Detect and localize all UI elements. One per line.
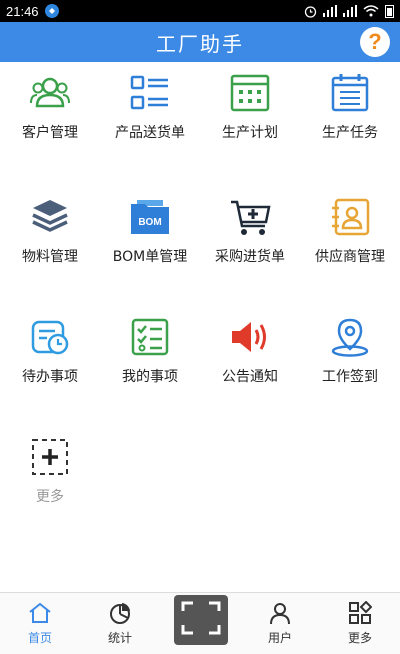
grid-item-materials[interactable]: 物料管理 [0, 186, 100, 276]
grid-item-checkin[interactable]: 工作签到 [300, 306, 400, 396]
grid-item-bom[interactable]: BOM BOM单管理 [100, 186, 200, 276]
signal-icon-2 [343, 5, 357, 17]
battery-icon [385, 4, 394, 18]
grid-item-delivery-note[interactable]: 产品送货单 [100, 62, 200, 152]
tab-stats[interactable]: 统计 [80, 593, 160, 654]
tab-label: 用户 [267, 631, 292, 645]
grid-item-todo[interactable]: 待办事项 [0, 306, 100, 396]
signal-icon [323, 5, 337, 17]
grid-item-label: 我的事项 [122, 369, 178, 385]
location-pin-icon [329, 316, 371, 358]
page-title: 工厂助手 [156, 31, 244, 56]
tab-home[interactable]: 首页 [0, 593, 80, 654]
grid-item-label: 生产任务 [322, 125, 378, 141]
grid-item-label: 待办事项 [22, 369, 78, 385]
scan-button[interactable] [174, 595, 228, 645]
tab-user[interactable]: 用户 [240, 593, 320, 654]
wifi-icon [363, 5, 379, 17]
customers-icon [29, 72, 71, 114]
grid-item-announcements[interactable]: 公告通知 [200, 306, 300, 396]
grid-item-production-plan[interactable]: 生产计划 [200, 62, 300, 152]
bom-folder-icon: BOM [129, 196, 171, 238]
grid-item-purchase[interactable]: 采购进货单 [200, 186, 300, 276]
grid-item-label: 产品送货单 [115, 125, 185, 141]
status-indicators [304, 4, 394, 18]
home-icon [27, 600, 53, 626]
grid-item-label: BOM单管理 [112, 249, 188, 265]
grid-item-customers[interactable]: 客户管理 [0, 62, 100, 152]
grid-icon [347, 600, 373, 626]
todo-clock-icon [29, 316, 71, 358]
grid-item-label: 客户管理 [22, 125, 78, 141]
status-time: 21:46 [6, 3, 39, 19]
grid-item-label: 供应商管理 [315, 249, 385, 265]
svg-text:BOM: BOM [138, 217, 161, 228]
grid-item-label: 物料管理 [22, 249, 78, 265]
grid-item-label: 工作签到 [322, 369, 378, 385]
layers-icon [29, 196, 71, 238]
grid-item-label: 生产计划 [222, 125, 278, 141]
calendar-icon [229, 72, 271, 114]
grid-item-label: 采购进货单 [215, 249, 285, 265]
scan-icon [181, 601, 221, 639]
task-calendar-icon [329, 72, 371, 114]
grid-item-more[interactable]: 更多 [0, 426, 100, 516]
speaker-icon [229, 316, 271, 358]
tab-more[interactable]: 更多 [320, 593, 400, 654]
alarm-icon [304, 5, 317, 18]
tab-label: 首页 [27, 631, 52, 645]
pie-chart-icon [107, 600, 133, 626]
add-dashed-icon [29, 436, 71, 478]
list-icon [129, 72, 171, 114]
main-content: 客户管理 产品送货单 生产计划 生产任务 物料管理 BOM BOM单管理 采购进… [0, 62, 400, 592]
app-notification-icon [44, 4, 59, 18]
grid-item-production-task[interactable]: 生产任务 [300, 62, 400, 152]
tab-label: 统计 [107, 631, 132, 645]
cart-icon [229, 196, 271, 238]
grid-item-label: 公告通知 [222, 369, 278, 385]
bottom-tab-bar: 首页 统计 用户 更多 [0, 592, 400, 654]
grid-item-label: 更多 [36, 489, 64, 505]
status-bar: 21:46 [0, 0, 400, 22]
grid-item-suppliers[interactable]: 供应商管理 [300, 186, 400, 276]
grid-item-my-items[interactable]: 我的事项 [100, 306, 200, 396]
tab-label: 更多 [347, 631, 372, 645]
help-button[interactable]: ? [360, 27, 390, 57]
user-icon [267, 600, 293, 626]
title-bar: 工厂助手 ? [0, 22, 400, 62]
contact-card-icon [329, 196, 371, 238]
checklist-icon [129, 316, 171, 358]
